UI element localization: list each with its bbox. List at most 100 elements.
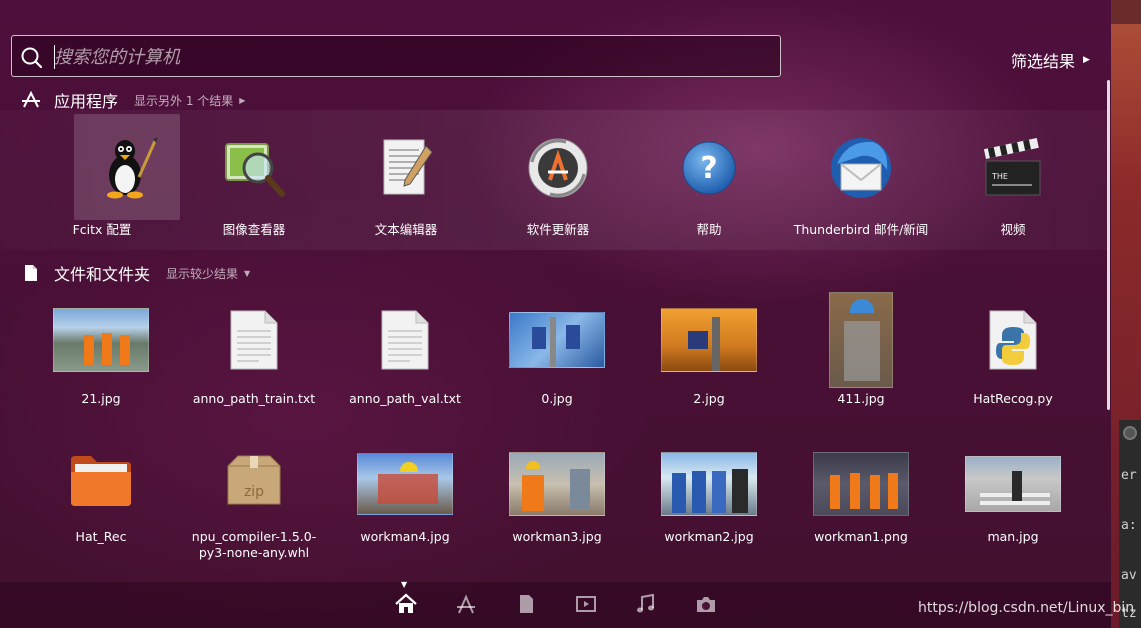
icon-wrap: THE bbox=[937, 118, 1089, 218]
file-tile-npu-compiler-whl[interactable]: zip npu_compiler-1.5.0- py3-none-any.whl bbox=[178, 440, 330, 570]
svg-text:?: ? bbox=[700, 151, 717, 186]
file-label: anno_path_val.txt bbox=[349, 391, 461, 406]
app-tile-text-editor[interactable]: 文本编辑器 bbox=[330, 114, 482, 244]
app-label: 图像查看器 bbox=[222, 222, 286, 237]
terminal-text: er bbox=[1121, 468, 1137, 483]
image-thumbnail-icon bbox=[965, 456, 1061, 512]
file-tile-hat-rec-folder[interactable]: Hat_Rec bbox=[25, 440, 177, 570]
app-tile-image-viewer[interactable]: 图像查看器 bbox=[178, 114, 330, 244]
app-label: 文本编辑器 bbox=[374, 222, 438, 237]
image-thumbnail-icon bbox=[813, 452, 909, 516]
app-label: 软件更新器 bbox=[526, 222, 590, 237]
files-icon[interactable] bbox=[514, 592, 538, 616]
results-scrollbar[interactable] bbox=[1107, 80, 1110, 410]
chevron-right-icon: ▶ bbox=[1083, 55, 1090, 65]
app-tile-thunderbird[interactable]: Thunderbird 邮件/新闻 bbox=[785, 114, 937, 244]
file-label: man.jpg bbox=[987, 529, 1039, 544]
window-edge bbox=[1111, 0, 1141, 24]
search-box[interactable] bbox=[11, 35, 781, 77]
text-editor-icon bbox=[383, 139, 433, 195]
file-tile-workman2[interactable]: workman2.jpg bbox=[633, 440, 785, 570]
svg-text:zip: zip bbox=[244, 484, 264, 500]
terminal-window-fragment[interactable]: er a: av tz bbox=[1119, 420, 1141, 628]
app-tile-help[interactable]: ? 帮助 bbox=[633, 114, 785, 244]
file-label: workman1.png bbox=[814, 529, 908, 544]
svg-text:THE: THE bbox=[991, 172, 1008, 181]
file-tile-2-jpg[interactable]: 2.jpg bbox=[633, 290, 785, 420]
desktop-background-strip: er a: av tz bbox=[1111, 0, 1141, 628]
show-fewer-label: 显示较少结果 bbox=[166, 266, 239, 281]
image-thumbnail-icon bbox=[661, 308, 757, 372]
show-fewer-results-link[interactable]: 显示较少结果 ▼ bbox=[166, 265, 250, 282]
document-category-icon bbox=[25, 265, 37, 281]
terminal-text: a: bbox=[1121, 518, 1137, 533]
filter-results-button[interactable]: 筛选结果 ▶ bbox=[1011, 48, 1090, 72]
applications-icon[interactable] bbox=[454, 592, 478, 616]
icon-wrap bbox=[178, 118, 330, 218]
applications-category-icon bbox=[22, 91, 40, 108]
file-label: workman2.jpg bbox=[664, 529, 754, 544]
terminal-text: av bbox=[1121, 568, 1137, 583]
files-section-header: 文件和文件夹 显示较少结果 ▼ bbox=[22, 261, 250, 285]
file-tile-anno-path-train[interactable]: anno_path_train.txt bbox=[178, 290, 330, 420]
icon-wrap: ? bbox=[633, 118, 785, 218]
file-tile-man-jpg[interactable]: man.jpg bbox=[937, 440, 1089, 570]
section-title: 文件和文件夹 bbox=[54, 265, 151, 284]
text-file-icon bbox=[381, 310, 429, 370]
file-tile-workman1[interactable]: workman1.png bbox=[785, 440, 937, 570]
icon-wrap bbox=[785, 444, 937, 524]
watermark-text: https://blog.csdn.net/Linux_bin bbox=[918, 600, 1135, 616]
show-more-label: 显示另外 1 个结果 bbox=[134, 93, 234, 108]
tile-highlight bbox=[74, 114, 180, 220]
file-label-line: py3-none-any.whl bbox=[198, 545, 310, 560]
image-viewer-icon bbox=[225, 143, 285, 197]
video-icon[interactable] bbox=[574, 592, 598, 616]
chevron-right-icon: ▶ bbox=[239, 95, 246, 105]
file-tile-workman3[interactable]: workman3.jpg bbox=[481, 440, 633, 570]
app-label: Thunderbird 邮件/新闻 bbox=[793, 222, 929, 237]
icon-wrap bbox=[330, 118, 482, 218]
file-tile-0-jpg[interactable]: 0.jpg bbox=[481, 290, 633, 420]
icon-wrap bbox=[481, 444, 633, 524]
file-tile-411-jpg[interactable]: 411.jpg bbox=[785, 292, 937, 422]
app-tile-software-updater[interactable]: 软件更新器 bbox=[482, 114, 634, 244]
file-label: anno_path_train.txt bbox=[192, 391, 316, 406]
search-input[interactable] bbox=[54, 42, 754, 72]
app-label: 视频 bbox=[1000, 222, 1026, 237]
image-thumbnail-icon bbox=[509, 312, 605, 368]
file-label: 21.jpg bbox=[81, 391, 121, 406]
file-label: workman3.jpg bbox=[512, 529, 602, 544]
icon-wrap bbox=[25, 440, 177, 520]
icon-wrap bbox=[329, 444, 481, 524]
photo-icon[interactable] bbox=[694, 592, 718, 616]
icon-wrap bbox=[785, 118, 937, 218]
file-label: workman4.jpg bbox=[360, 529, 450, 544]
file-tile-anno-path-val[interactable]: anno_path_val.txt bbox=[329, 290, 481, 420]
icon-wrap bbox=[329, 290, 481, 390]
image-thumbnail-icon bbox=[509, 452, 605, 516]
file-label: 0.jpg bbox=[541, 391, 573, 406]
python-file-icon bbox=[989, 310, 1037, 370]
file-label-line: npu_compiler-1.5.0- bbox=[191, 529, 317, 544]
music-icon[interactable] bbox=[634, 592, 658, 616]
clapperboard-icon: THE bbox=[983, 137, 1041, 196]
image-thumbnail-icon bbox=[357, 453, 453, 515]
software-updater-icon bbox=[528, 138, 588, 198]
folder-icon bbox=[71, 456, 131, 506]
file-tile-hatrecog-py[interactable]: HatRecog.py bbox=[937, 290, 1089, 420]
icon-wrap bbox=[481, 290, 633, 390]
applications-section-header: 应用程序 显示另外 1 个结果 ▶ bbox=[22, 88, 245, 112]
thunderbird-icon bbox=[831, 138, 891, 198]
file-tile-21-jpg[interactable]: 21.jpg bbox=[25, 290, 177, 420]
text-file-icon bbox=[230, 310, 278, 370]
file-tile-workman4[interactable]: workman4.jpg bbox=[329, 440, 481, 570]
show-more-results-link[interactable]: 显示另外 1 个结果 ▶ bbox=[134, 92, 245, 109]
image-thumbnail-icon bbox=[53, 308, 149, 372]
home-icon[interactable] bbox=[394, 592, 418, 616]
icon-wrap bbox=[633, 290, 785, 390]
app-tile-fcitx[interactable]: Fcitx 配置 bbox=[26, 114, 180, 244]
app-tile-video[interactable]: THE 视频 bbox=[937, 114, 1089, 244]
file-label: HatRecog.py bbox=[973, 391, 1053, 406]
terminal-button-icon[interactable] bbox=[1123, 426, 1137, 440]
icon-wrap bbox=[25, 290, 177, 390]
